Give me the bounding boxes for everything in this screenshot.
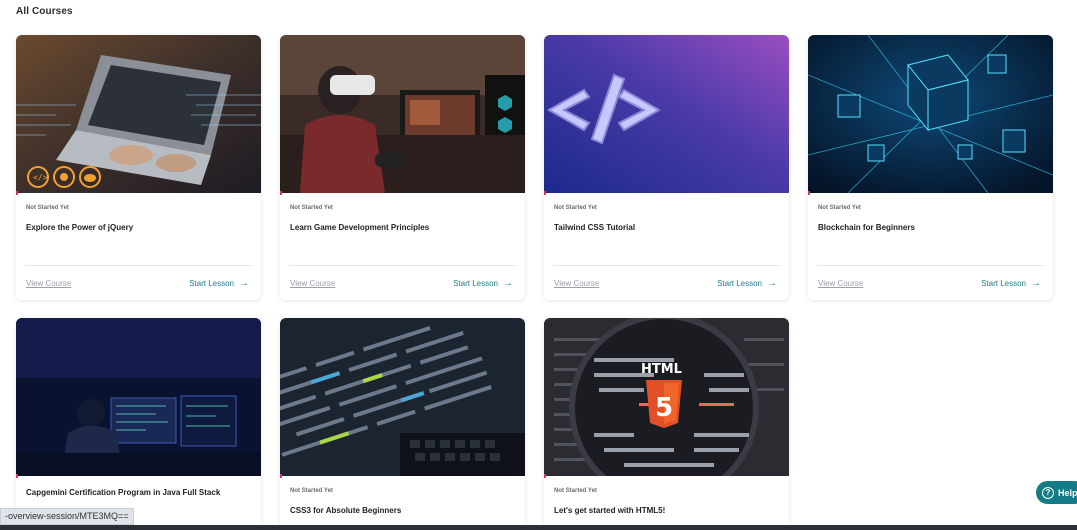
card-accent [16,474,18,478]
question-icon: ? [1042,486,1054,499]
course-title[interactable]: Tailwind CSS Tutorial [554,223,635,232]
view-course-link[interactable]: View Course [290,279,335,288]
course-thumbnail[interactable] [16,318,261,476]
status-label: Not Started Yet [554,205,597,211]
status-label: Not Started Yet [26,205,69,211]
course-card-jquery[interactable]: </> Not Started Yet Explore the Power of… [16,35,261,300]
page-title: All Courses [16,6,73,17]
start-lesson-button[interactable]: Start Lesson → [453,277,513,289]
html5-magnifier-image: HTML 5 [544,318,789,476]
divider [818,265,1043,266]
course-card-css3[interactable]: Not Started Yet CSS3 for Absolute Beginn… [280,318,525,530]
card-accent [808,191,810,195]
start-lesson-button[interactable]: Start Lesson → [189,277,249,289]
course-card-game-dev[interactable]: Not Started Yet Learn Game Development P… [280,35,525,300]
laptop-coding-image: </> [16,35,261,193]
html5-shield-number: 5 [655,393,673,423]
status-label: Not Started Yet [554,488,597,494]
card-accent [16,191,18,195]
tailwind-code-image [544,35,789,193]
arrow-right-icon: → [503,277,513,289]
arrow-right-icon: → [1031,277,1041,289]
course-title[interactable]: Capgemini Certification Program in Java … [26,488,220,497]
course-thumbnail[interactable]: HTML 5 [544,318,789,476]
html-label: HTML [641,362,682,377]
status-label: Not Started Yet [290,488,333,494]
svg-text:</>: </> [33,173,48,182]
help-label: Help [1058,487,1077,498]
card-accent [280,191,282,195]
start-lesson-button[interactable]: Start Lesson → [717,277,777,289]
arrow-right-icon: → [239,277,249,289]
course-thumbnail[interactable] [280,35,525,193]
code-editor-image [280,318,525,476]
vr-gaming-image [280,35,525,193]
taskbar-edge [0,525,1077,530]
status-label: Not Started Yet [290,205,333,211]
course-title[interactable]: CSS3 for Absolute Beginners [290,506,401,515]
course-thumbnail[interactable] [280,318,525,476]
developer-monitors-image [16,318,261,476]
link-preview-statusbar: -overview-session/MTE3MQ== [0,508,134,525]
arrow-right-icon: → [767,277,777,289]
divider [554,265,779,266]
course-card-tailwind[interactable]: Not Started Yet Tailwind CSS Tutorial Vi… [544,35,789,300]
start-lesson-label: Start Lesson [189,279,234,288]
help-button[interactable]: ? Help [1036,481,1077,504]
view-course-link[interactable]: View Course [26,279,71,288]
course-title[interactable]: Learn Game Development Principles [290,223,429,232]
divider [290,265,515,266]
start-lesson-label: Start Lesson [453,279,498,288]
start-lesson-label: Start Lesson [717,279,762,288]
course-thumbnail[interactable]: </> [16,35,261,193]
status-label: Not Started Yet [818,205,861,211]
course-title[interactable]: Let's get started with HTML5! [554,506,665,515]
course-thumbnail[interactable] [544,35,789,193]
course-card-blockchain[interactable]: Not Started Yet Blockchain for Beginners… [808,35,1053,300]
view-course-link[interactable]: View Course [554,279,599,288]
view-course-link[interactable]: View Course [818,279,863,288]
course-card-html5[interactable]: HTML 5 Not Started Yet Let's get started… [544,318,789,530]
card-accent [280,474,282,478]
course-title[interactable]: Explore the Power of jQuery [26,223,133,232]
card-accent [544,474,546,478]
card-accent [544,191,546,195]
course-title[interactable]: Blockchain for Beginners [818,223,915,232]
course-thumbnail[interactable] [808,35,1053,193]
start-lesson-button[interactable]: Start Lesson → [981,277,1041,289]
start-lesson-label: Start Lesson [981,279,1026,288]
course-card-capgemini[interactable]: Capgemini Certification Program in Java … [16,318,261,530]
blockchain-cubes-image [808,35,1053,193]
divider [26,265,251,266]
